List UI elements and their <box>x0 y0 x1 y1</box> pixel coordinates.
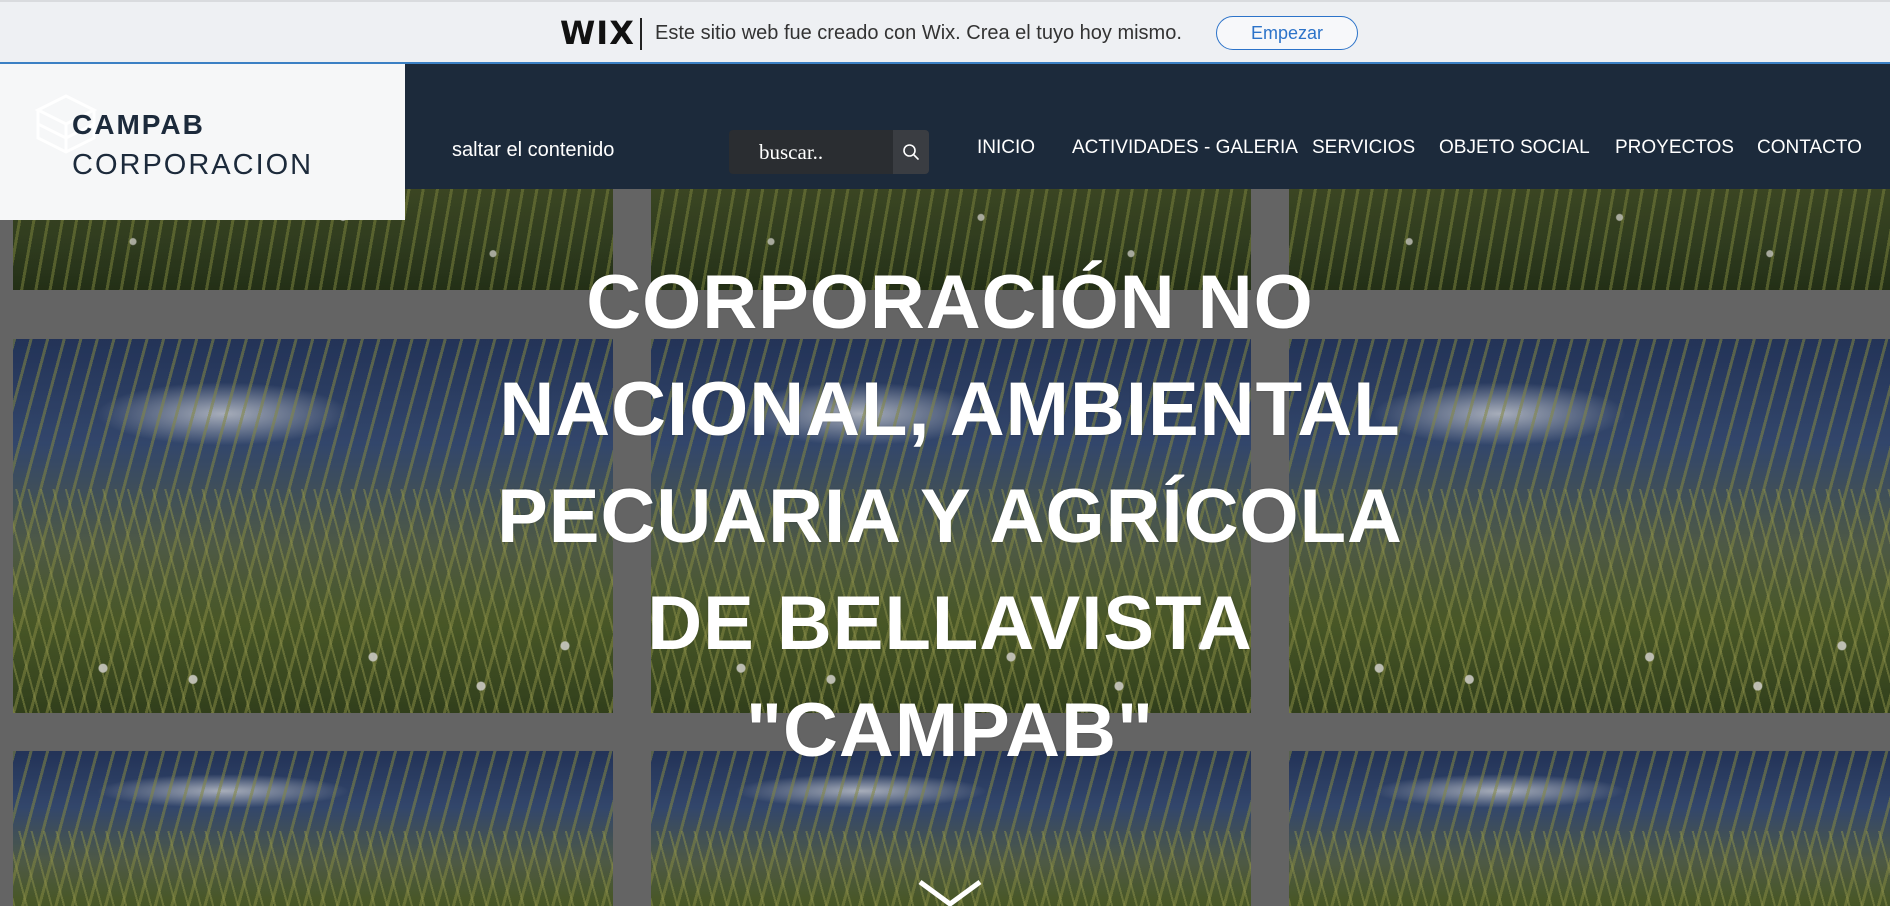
nav-item-objeto-social[interactable]: OBJETO SOCIAL <box>1439 137 1590 159</box>
hero-section: CORPORACIÓN NO NACIONAL, AMBIENTAL PECUA… <box>0 189 1890 906</box>
wix-banner: WIX Este sitio web fue creado con Wix. C… <box>0 0 1890 64</box>
logo-subtitle: CORPORACION <box>72 149 314 181</box>
nav-item-servicios[interactable]: SERVICIOS <box>1312 137 1415 159</box>
wix-divider <box>640 18 642 50</box>
nav-item-actividades-galeria[interactable]: ACTIVIDADES - GALERIA <box>1072 137 1298 159</box>
hero-title-line: "CAMPAB" <box>746 688 1154 773</box>
chevron-down-icon[interactable] <box>916 880 984 906</box>
search-input[interactable] <box>729 130 893 174</box>
wix-logo[interactable]: WIX <box>560 14 635 52</box>
search-icon <box>903 144 919 160</box>
hero-title: CORPORACIÓN NO NACIONAL, AMBIENTAL PECUA… <box>440 249 1460 784</box>
start-button[interactable]: Empezar <box>1216 16 1358 50</box>
nav-item-proyectos[interactable]: PROYECTOS <box>1615 137 1734 159</box>
hero-title-line: CORPORACIÓN NO <box>586 260 1314 345</box>
site-logo[interactable]: CAMPAB CORPORACION <box>0 64 405 220</box>
hero-title-line: DE BELLAVISTA <box>647 581 1253 666</box>
nav-item-contacto[interactable]: CONTACTO <box>1757 137 1862 159</box>
nav-item-inicio[interactable]: INICIO <box>977 137 1035 159</box>
search-box <box>729 130 929 174</box>
hero-title-line: NACIONAL, AMBIENTAL <box>499 367 1401 452</box>
search-button[interactable] <box>893 130 929 174</box>
skip-to-content-link[interactable]: saltar el contenido <box>452 139 614 162</box>
hero-title-line: PECUARIA Y AGRÍCOLA <box>497 474 1403 559</box>
logo-title: CAMPAB <box>72 109 205 140</box>
wix-banner-message: Este sitio web fue creado con Wix. Crea … <box>655 22 1182 44</box>
